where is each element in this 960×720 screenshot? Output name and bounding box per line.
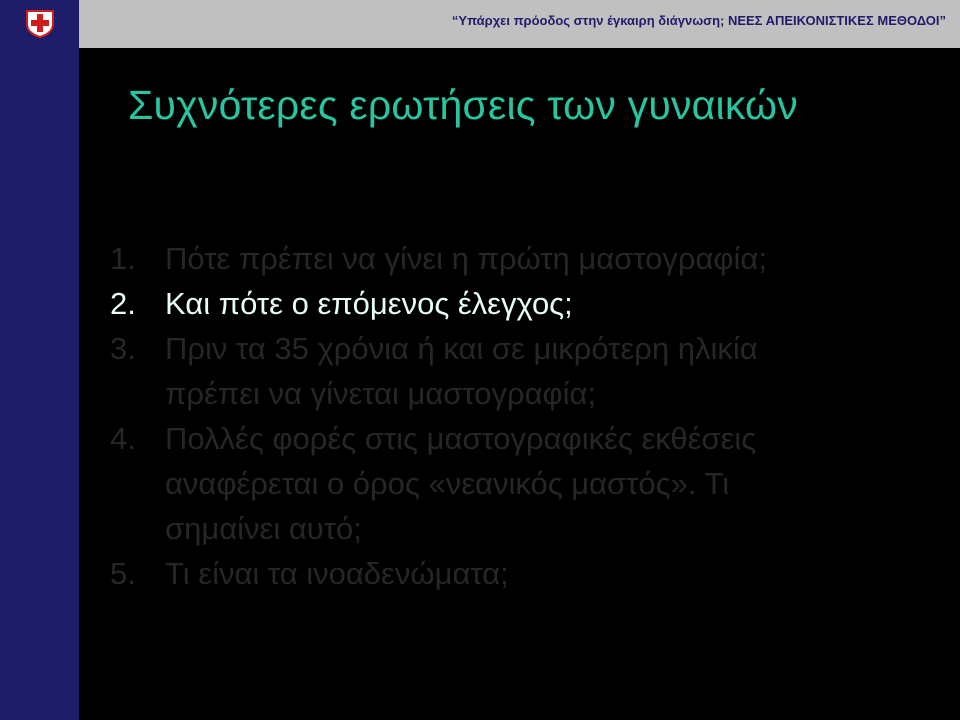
list-item-text: Τι είναι τα ινοαδενώματα; xyxy=(165,556,509,591)
list-item: 3. Πριν τα 35 χρόνια ή και σε μικρότερη … xyxy=(110,326,910,416)
logo-box xyxy=(0,0,79,48)
question-list: 1. Πότε πρέπει να γίνει η πρώτη μαστογρα… xyxy=(110,236,910,596)
list-item: 5. Τι είναι τα ινοαδενώματα; xyxy=(110,551,910,596)
list-item: 1. Πότε πρέπει να γίνει η πρώτη μαστογρα… xyxy=(110,236,910,281)
header-bar: “Υπάρχει πρόοδος στην έγκαιρη διάγνωση; … xyxy=(79,0,960,48)
slide-title: Συχνότερες ερωτήσεις των γυναικών xyxy=(128,82,798,128)
slide: “Υπάρχει πρόοδος στην έγκαιρη διάγνωση; … xyxy=(0,0,960,720)
list-item-text: Πριν τα 35 χρόνια ή και σε μικρότερη ηλι… xyxy=(165,331,758,411)
red-cross-shield-icon xyxy=(26,10,54,38)
list-item: 4. Πολλές φορές στις μαστογραφικές εκθέσ… xyxy=(110,416,910,551)
list-item-active: 2. Και πότε ο επόμενος έλεγχος; xyxy=(110,281,910,326)
list-item-text: Και πότε ο επόμενος έλεγχος; xyxy=(165,286,573,321)
list-item-number: 2. xyxy=(110,286,136,321)
list-item-number: 1. xyxy=(110,241,136,276)
header-text: “Υπάρχει πρόοδος στην έγκαιρη διάγνωση; … xyxy=(451,13,946,28)
list-item-text: Πότε πρέπει να γίνει η πρώτη μαστογραφία… xyxy=(165,241,767,276)
list-item-number: 5. xyxy=(110,556,136,591)
list-item-number: 3. xyxy=(110,331,136,366)
sidebar xyxy=(0,48,79,720)
list-item-number: 4. xyxy=(110,421,136,456)
list-item-text: Πολλές φορές στις μαστογραφικές εκθέσεις… xyxy=(165,421,757,546)
